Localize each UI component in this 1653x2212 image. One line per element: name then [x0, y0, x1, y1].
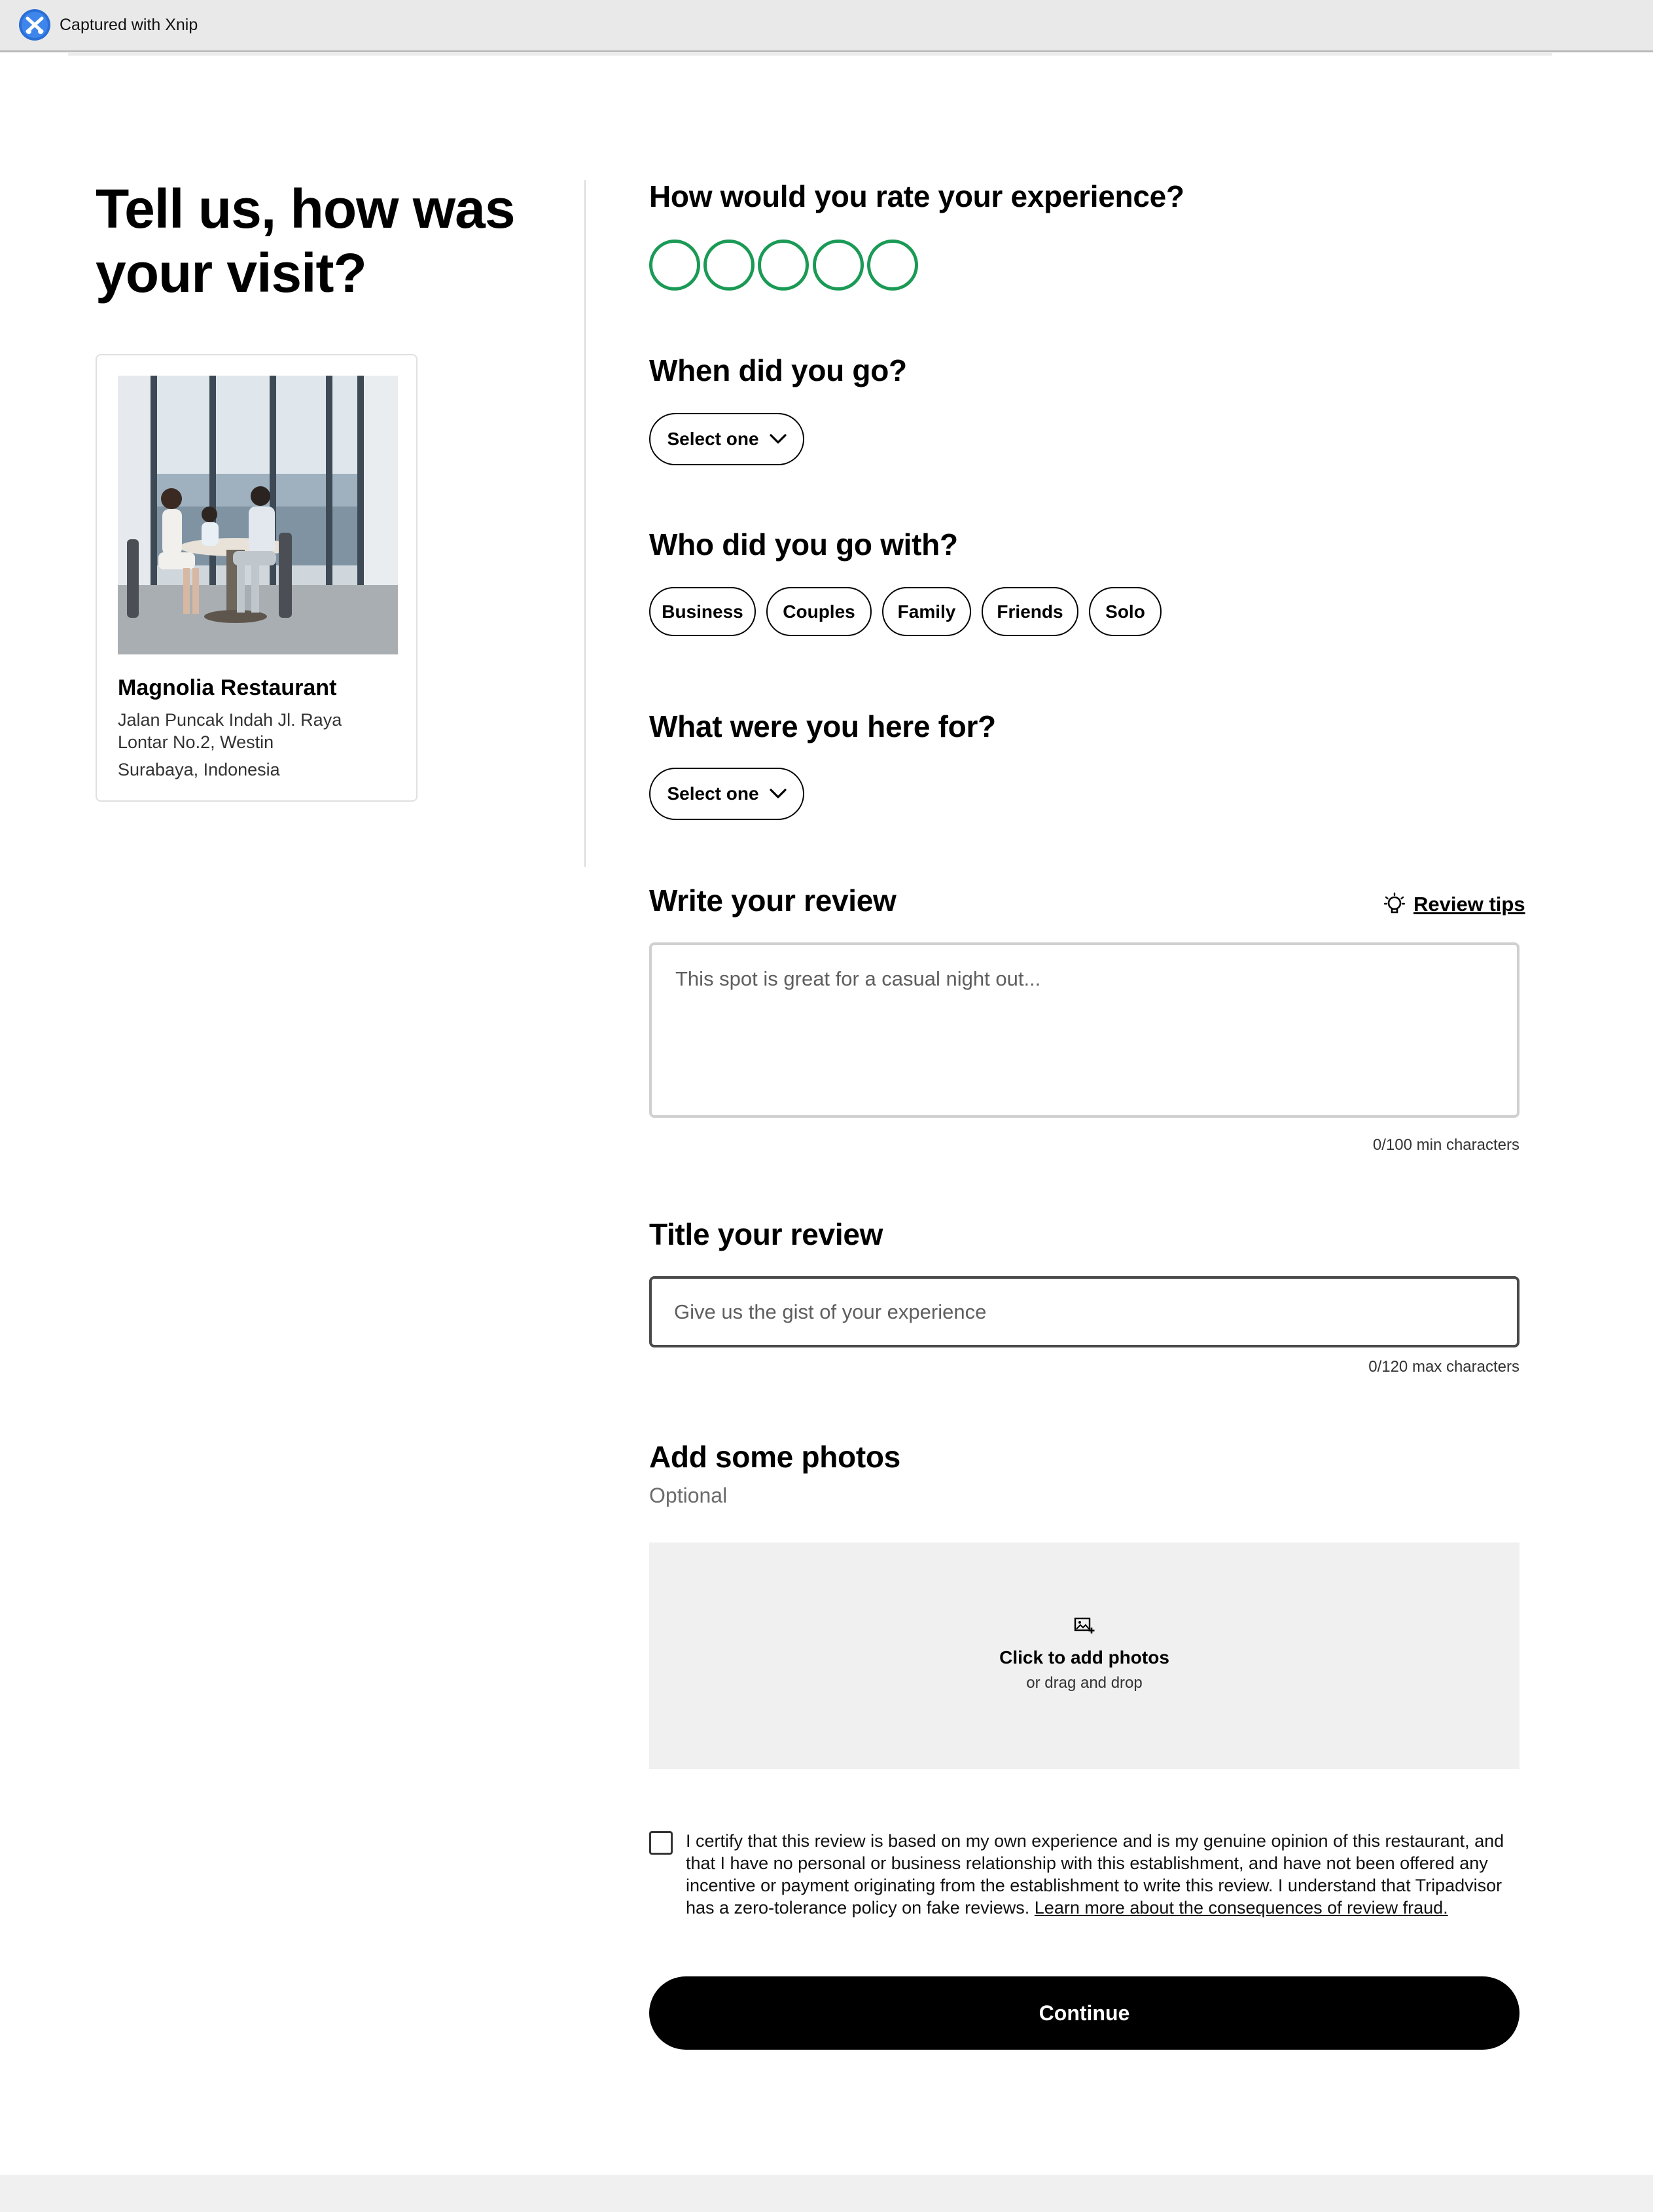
- certify-checkbox[interactable]: [649, 1831, 673, 1855]
- lightbulb-icon: [1383, 892, 1406, 914]
- rating-bubble-4[interactable]: [813, 240, 864, 291]
- review-tips-link[interactable]: Review tips: [1383, 888, 1525, 921]
- when-heading: When did you go?: [649, 353, 907, 387]
- capture-toolbar: [0, 0, 1653, 52]
- rating-bubble-1[interactable]: [649, 240, 700, 291]
- photos-heading: Add some photos: [649, 1440, 900, 1474]
- page-title: Tell us, how was your visit?: [96, 178, 516, 304]
- visit-purpose-select[interactable]: Select one: [649, 768, 804, 820]
- review-heading: Write your review: [649, 883, 897, 918]
- visit-purpose-select-label: Select one: [667, 783, 759, 804]
- companion-chip-business[interactable]: Business: [649, 587, 756, 636]
- restaurant-address-line: Jalan Puncak Indah Jl. Raya: [118, 710, 342, 730]
- chevron-down-icon: [769, 434, 787, 444]
- review-tips-label: Review tips: [1413, 893, 1525, 916]
- rating-bubble-2[interactable]: [703, 240, 755, 291]
- rating-bubble-3[interactable]: [758, 240, 809, 291]
- footer-band: [0, 2175, 1653, 2212]
- add-photos-label: Click to add photos: [999, 1647, 1169, 1668]
- add-photo-icon: [1074, 1617, 1095, 1633]
- visit-date-select[interactable]: Select one: [649, 413, 804, 465]
- review-title-input[interactable]: [649, 1276, 1520, 1347]
- visit-date-select-label: Select one: [667, 429, 759, 449]
- title-char-counter: 0/120 max characters: [1368, 1358, 1520, 1376]
- drag-drop-label: or drag and drop: [1026, 1674, 1143, 1692]
- restaurant-photo: [118, 376, 398, 654]
- photo-upload-dropzone[interactable]: Click to add photos or drag and drop: [649, 1543, 1520, 1769]
- xnip-logo-icon: [19, 9, 50, 41]
- companion-chip-solo[interactable]: Solo: [1089, 587, 1162, 636]
- review-textarea[interactable]: [649, 942, 1520, 1118]
- continue-button[interactable]: Continue: [649, 1976, 1520, 2050]
- photos-optional-label: Optional: [649, 1484, 728, 1507]
- restaurant-address-line: Lontar No.2, Westin: [118, 732, 274, 752]
- review-fraud-link[interactable]: Learn more about the consequences of rev…: [1035, 1898, 1448, 1918]
- review-char-counter: 0/100 min characters: [1372, 1136, 1520, 1154]
- column-divider: [584, 180, 586, 867]
- restaurant-name: Magnolia Restaurant: [118, 675, 337, 700]
- certify-statement: I certify that this review is based on m…: [686, 1830, 1523, 1919]
- chevron-down-icon: [769, 789, 787, 798]
- divider: [68, 53, 1552, 56]
- rating-heading: How would you rate your experience?: [649, 179, 1184, 213]
- title-heading: Title your review: [649, 1217, 883, 1251]
- purpose-heading: What were you here for?: [649, 709, 996, 743]
- companion-chip-family[interactable]: Family: [882, 587, 971, 636]
- companion-chip-friends[interactable]: Friends: [982, 587, 1078, 636]
- restaurant-address-line: Surabaya, Indonesia: [118, 760, 280, 779]
- companion-chip-couples[interactable]: Couples: [766, 587, 872, 636]
- restaurant-card[interactable]: Magnolia Restaurant Jalan Puncak Indah J…: [96, 354, 418, 802]
- rating-bubble-5[interactable]: [867, 240, 918, 291]
- who-heading: Who did you go with?: [649, 527, 958, 562]
- capture-label: Captured with Xnip: [60, 16, 198, 34]
